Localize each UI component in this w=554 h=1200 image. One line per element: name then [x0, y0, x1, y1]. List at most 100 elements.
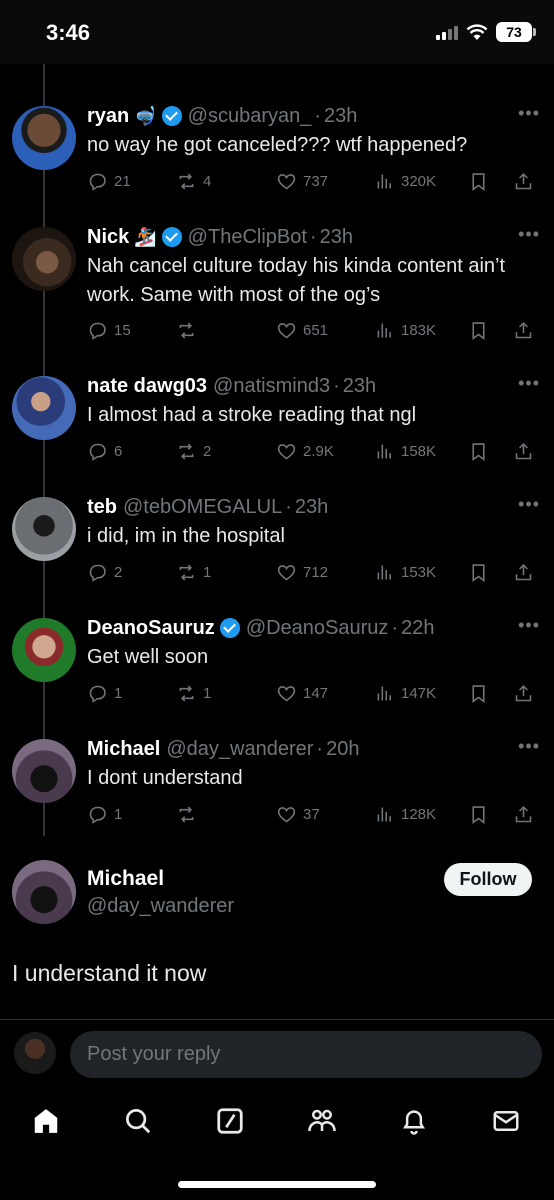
- share-button[interactable]: [513, 171, 534, 192]
- timestamp[interactable]: 23h: [295, 496, 328, 519]
- views-button[interactable]: 153K: [374, 562, 436, 583]
- repost-button[interactable]: 1: [176, 562, 211, 583]
- avatar[interactable]: [12, 106, 76, 170]
- timestamp[interactable]: 23h: [320, 226, 353, 249]
- views-button[interactable]: 158K: [374, 441, 436, 462]
- views-icon: [377, 807, 391, 821]
- reply-button[interactable]: 1: [87, 804, 122, 825]
- reply-input[interactable]: [70, 1031, 542, 1078]
- reply-button[interactable]: 2: [87, 562, 122, 583]
- reply-button[interactable]: 1: [87, 683, 122, 704]
- tab-messages[interactable]: [489, 1104, 523, 1138]
- timestamp[interactable]: 20h: [326, 738, 359, 761]
- author-handle[interactable]: @scubaryan_: [188, 105, 312, 128]
- separator-dot: ·: [391, 616, 399, 639]
- bookmark-button[interactable]: [468, 441, 489, 462]
- views-count: 158K: [401, 442, 437, 460]
- bookmark-button[interactable]: [468, 320, 489, 341]
- share-button[interactable]: [513, 320, 534, 341]
- views-button[interactable]: 128K: [374, 804, 436, 825]
- share-button[interactable]: [513, 441, 534, 462]
- avatar[interactable]: [12, 860, 76, 924]
- timestamp[interactable]: 22h: [401, 617, 434, 640]
- timestamp[interactable]: 23h: [324, 105, 357, 128]
- author-handle[interactable]: @tebOMEGALUL: [123, 496, 282, 519]
- like-button[interactable]: 2.9K: [276, 441, 334, 462]
- views-icon: [377, 323, 391, 337]
- avatar[interactable]: [12, 227, 76, 291]
- timestamp[interactable]: 23h: [343, 375, 376, 398]
- tab-home[interactable]: [29, 1104, 63, 1138]
- author-name[interactable]: nate dawg03: [87, 375, 207, 398]
- share-button[interactable]: [513, 804, 534, 825]
- more-options-icon[interactable]: •••: [518, 103, 540, 124]
- avatar[interactable]: [12, 497, 76, 561]
- avatar[interactable]: [14, 1032, 56, 1074]
- share-icon: [515, 172, 532, 189]
- like-button[interactable]: 651: [276, 320, 328, 341]
- avatar[interactable]: [12, 618, 76, 682]
- like-button[interactable]: 147: [276, 683, 328, 704]
- avatar[interactable]: [12, 376, 76, 440]
- repost-count: 1: [203, 684, 212, 702]
- tab-communities[interactable]: [305, 1104, 339, 1138]
- tab-notifications[interactable]: [397, 1104, 431, 1138]
- share-button[interactable]: [513, 562, 534, 583]
- grok-icon: [217, 1108, 243, 1134]
- repost-button[interactable]: [176, 320, 203, 341]
- share-button[interactable]: [513, 683, 534, 704]
- more-options-icon[interactable]: •••: [518, 224, 540, 245]
- battery-indicator: 73: [496, 22, 536, 42]
- author-handle[interactable]: @day_wanderer: [87, 895, 234, 918]
- author-handle[interactable]: @day_wanderer: [166, 738, 313, 761]
- author-name[interactable]: Nick: [87, 226, 129, 249]
- tweet-text: no way he got canceled??? wtf happened?: [87, 134, 468, 156]
- more-options-icon[interactable]: •••: [518, 615, 540, 636]
- more-options-icon[interactable]: •••: [518, 736, 540, 757]
- views-button[interactable]: 183K: [374, 320, 436, 341]
- repost-button[interactable]: 2: [176, 441, 211, 462]
- like-button[interactable]: 37: [276, 804, 320, 825]
- author-handle[interactable]: @natismind3: [213, 375, 330, 398]
- author-handle[interactable]: @TheClipBot: [188, 226, 307, 249]
- author-name[interactable]: ryan: [87, 105, 129, 128]
- bookmark-icon: [472, 805, 485, 824]
- more-options-icon[interactable]: •••: [518, 494, 540, 515]
- reply-count: 1: [114, 684, 123, 702]
- like-icon: [277, 685, 296, 701]
- bookmark-button[interactable]: [468, 171, 489, 192]
- communities-icon: [308, 1109, 336, 1132]
- tab-grok[interactable]: [213, 1104, 247, 1138]
- repost-button[interactable]: 1: [176, 683, 211, 704]
- tweet-text: I dont understand: [87, 767, 243, 789]
- tweet-actions: 6 2 2.9K 158K: [87, 439, 538, 463]
- reply-icon: [89, 322, 106, 340]
- follow-button[interactable]: Follow: [444, 863, 532, 896]
- tab-search[interactable]: [121, 1104, 155, 1138]
- reply-button[interactable]: 6: [87, 441, 122, 462]
- like-button[interactable]: 737: [276, 171, 328, 192]
- repost-button[interactable]: [176, 804, 203, 825]
- bookmark-button[interactable]: [468, 804, 489, 825]
- repost-button[interactable]: 4: [176, 171, 211, 192]
- reply-button[interactable]: 15: [87, 320, 131, 341]
- views-count: 147K: [401, 684, 437, 702]
- status-time: 3:46: [46, 20, 91, 45]
- tab-bar: [0, 1092, 554, 1156]
- author-handle[interactable]: @DeanoSauruz: [246, 617, 389, 640]
- author-name[interactable]: Michael: [87, 738, 160, 761]
- author-name[interactable]: Michael: [87, 867, 164, 891]
- views-button[interactable]: 147K: [374, 683, 436, 704]
- reply-button[interactable]: 21: [87, 171, 131, 192]
- tweet-actions: 1 37 128K: [87, 802, 538, 826]
- views-button[interactable]: 320K: [374, 171, 436, 192]
- more-options-icon[interactable]: •••: [518, 373, 540, 394]
- bookmark-button[interactable]: [468, 562, 489, 583]
- like-button[interactable]: 712: [276, 562, 328, 583]
- avatar[interactable]: [12, 739, 76, 803]
- like-icon: [277, 322, 296, 338]
- author-name[interactable]: DeanoSauruz: [87, 617, 215, 640]
- bookmark-button[interactable]: [468, 683, 489, 704]
- author-name[interactable]: teb: [87, 496, 117, 519]
- reply-icon: [89, 564, 106, 582]
